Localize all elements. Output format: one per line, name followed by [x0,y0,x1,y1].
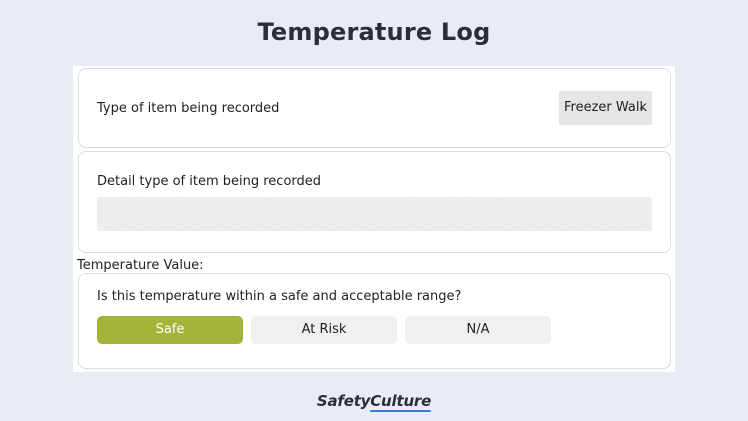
temperature-range-question: Is this temperature within a safe and ac… [97,289,462,304]
detail-type-label: Detail type of item being recorded [97,174,322,189]
safetyculture-logo: SafetyCulture [0,392,748,412]
form-panel: Type of item being recorded Freezer Walk… [73,66,675,372]
na-button[interactable]: N/A [405,316,551,344]
page-title: Temperature Log [257,18,491,46]
item-type-select-value: Freezer Walk [564,100,648,115]
at-risk-button[interactable]: At Risk [251,316,397,344]
item-type-label: Type of item being recorded [97,101,280,116]
detail-type-card: Detail type of item being recorded [78,151,671,253]
logo-part-safety: Safety [316,392,371,410]
safe-button[interactable]: Safe [97,316,243,344]
temperature-range-card: Is this temperature within a safe and ac… [78,273,671,369]
chevron-down-icon: ⌄ [637,102,646,113]
temperature-value-label: Temperature Value: [77,258,204,273]
logo-part-culture: Culture [370,392,432,412]
detail-type-input[interactable] [97,197,652,231]
item-type-select[interactable]: Freezer Walk ⌄ [559,91,652,125]
item-type-card: Type of item being recorded Freezer Walk… [78,68,671,148]
